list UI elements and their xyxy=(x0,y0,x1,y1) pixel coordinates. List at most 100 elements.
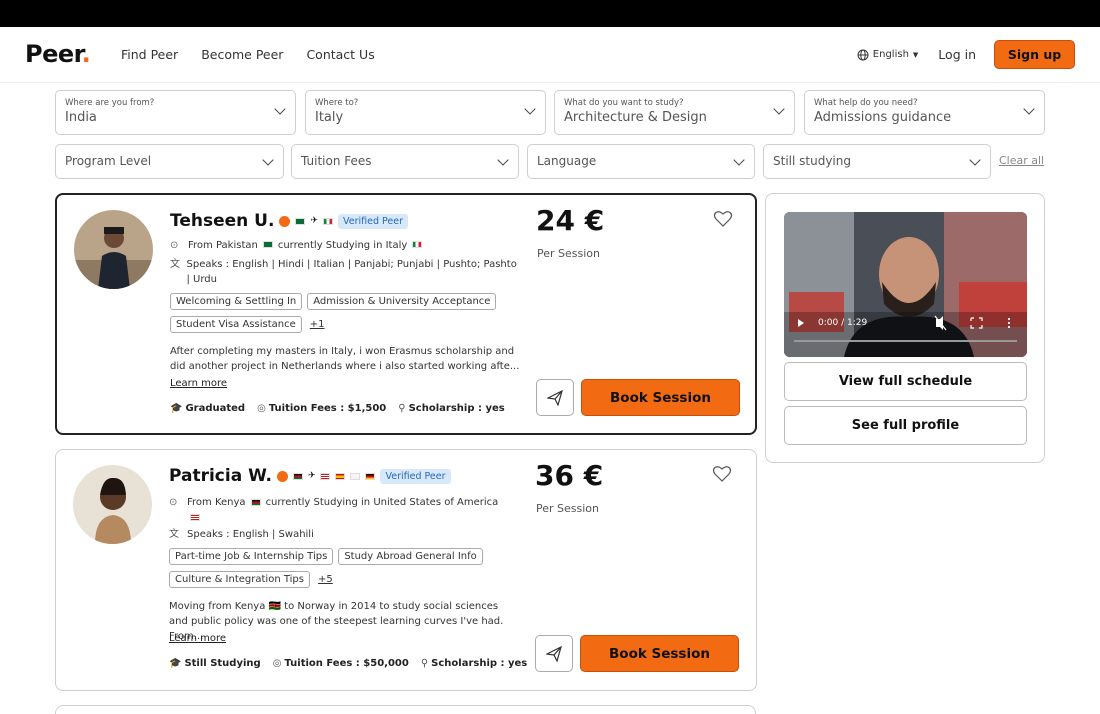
peer-card[interactable]: Patricia W. ✈ Verified Peer ⊙ From Kenya… xyxy=(55,449,757,691)
heart-icon[interactable] xyxy=(713,209,733,229)
peer-name[interactable]: Patricia W. xyxy=(169,466,272,486)
book-session-button[interactable]: Book Session xyxy=(581,379,740,416)
avatar[interactable] xyxy=(73,465,152,544)
session-price: 24 € xyxy=(536,204,605,237)
peer-status: Still Studying xyxy=(184,658,261,669)
graduation-cap-icon: 🎓 xyxy=(169,658,182,669)
chevron-down-icon xyxy=(773,103,785,115)
view-schedule-button[interactable]: View full schedule xyxy=(784,362,1027,401)
peer-from: From Pakistan xyxy=(188,240,258,251)
filter-status-value: Still studying xyxy=(773,154,851,168)
learn-more-link[interactable]: Learn more xyxy=(169,633,226,644)
plane-icon: ✈ xyxy=(307,471,316,481)
logo[interactable]: Peer. xyxy=(25,40,91,68)
tag: Study Abroad General Info xyxy=(338,548,483,565)
filter-help-value: Admissions guidance xyxy=(814,110,952,125)
message-button[interactable] xyxy=(536,379,574,416)
tag: Student Visa Assistance xyxy=(170,316,302,333)
per-session-label: Per Session xyxy=(537,247,600,260)
more-tags-link[interactable]: +1 xyxy=(310,319,325,330)
message-button[interactable] xyxy=(535,635,573,672)
chevron-down-icon xyxy=(524,103,536,115)
filter-tuition-fees[interactable]: Tuition Fees xyxy=(291,144,519,179)
filter-language[interactable]: Language xyxy=(527,144,755,179)
peer-location: ⊙ From Kenya currently Studying in Unite… xyxy=(169,495,519,521)
intro-video-player[interactable]: 0:00 / 1:29 xyxy=(784,212,1027,357)
filter-from[interactable]: Where are you from? India xyxy=(55,90,296,135)
kenya-flag-icon xyxy=(250,499,261,506)
filter-help[interactable]: What help do you need? Admissions guidan… xyxy=(804,90,1045,135)
chevron-down-icon xyxy=(274,103,286,115)
filter-study-label: What do you want to study? xyxy=(564,98,684,108)
book-session-button[interactable]: Book Session xyxy=(580,635,739,672)
filter-study[interactable]: What do you want to study? Architecture … xyxy=(554,90,795,135)
send-icon xyxy=(547,389,563,406)
per-session-label: Per Session xyxy=(536,502,599,515)
tag: Part-time Job & Internship Tips xyxy=(169,548,334,565)
caret-down-icon: ▼ xyxy=(912,50,919,59)
peer-studying: currently Studying in United States of A… xyxy=(265,497,499,508)
language-selector[interactable]: English ▼ xyxy=(857,49,919,61)
pakistan-flag-icon xyxy=(262,241,273,248)
plane-icon: ✈ xyxy=(310,216,318,226)
pakistan-flag-icon xyxy=(295,217,306,225)
coins-icon: ◎ xyxy=(257,403,266,414)
peer-from: From Kenya xyxy=(187,497,246,508)
verified-peer-badge: Verified Peer xyxy=(337,213,408,229)
peer-card[interactable] xyxy=(55,705,756,714)
peer-name[interactable]: Tehseen U. xyxy=(170,211,274,231)
translate-icon: 文 xyxy=(169,529,179,540)
peer-status: Graduated xyxy=(185,403,246,414)
session-price: 36 € xyxy=(535,459,604,492)
chevron-down-icon xyxy=(262,154,274,166)
italy-flag-icon xyxy=(412,241,423,248)
verified-badge-icon xyxy=(279,215,291,227)
video-progress-bar[interactable] xyxy=(794,340,1017,342)
location-pin-icon: ⊙ xyxy=(170,240,179,251)
verified-badge-icon xyxy=(276,470,288,482)
globe-icon xyxy=(857,49,869,60)
login-link[interactable]: Log in xyxy=(938,47,976,62)
filter-status[interactable]: Still studying xyxy=(763,144,991,179)
tag: Admission & University Acceptance xyxy=(307,293,497,310)
usa-flag-icon xyxy=(190,514,200,521)
help-tags: Welcoming & Settling In Admission & Univ… xyxy=(170,293,525,333)
filter-language-value: Language xyxy=(537,154,597,168)
filter-program-level[interactable]: Program Level xyxy=(55,144,284,179)
filter-program-level-value: Program Level xyxy=(65,154,152,168)
nav-find-peer[interactable]: Find Peer xyxy=(121,47,178,62)
site-header: Peer. Find Peer Become Peer Contact Us E… xyxy=(0,27,1100,83)
clear-all-link[interactable]: Clear all xyxy=(999,154,1044,167)
peer-stats: 🎓 Still Studying ◎ Tuition Fees : $50,000 … xyxy=(169,658,527,669)
signup-button[interactable]: Sign up xyxy=(994,40,1075,69)
see-profile-button[interactable]: See full profile xyxy=(784,406,1027,445)
scholarship-icon: ⚲ xyxy=(420,658,429,669)
learn-more-link[interactable]: Learn more xyxy=(170,378,227,389)
filter-help-label: What help do you need? xyxy=(814,98,918,108)
top-black-bar xyxy=(0,0,1100,27)
peer-tuition: Tuition Fees : $50,000 xyxy=(284,658,409,669)
more-tags-link[interactable]: +5 xyxy=(318,574,333,585)
filter-study-value: Architecture & Design xyxy=(564,110,707,125)
tag: Welcoming & Settling In xyxy=(170,293,303,310)
peer-speaks: Speaks : English | Swahili xyxy=(187,529,314,540)
peer-scholarship: Scholarship : yes xyxy=(408,403,505,414)
spain-flag-icon xyxy=(335,472,346,480)
coins-icon: ◎ xyxy=(272,658,282,669)
scholarship-icon: ⚲ xyxy=(398,403,406,414)
chevron-down-icon xyxy=(969,154,981,166)
heart-icon[interactable] xyxy=(712,464,732,484)
avatar[interactable] xyxy=(74,210,153,289)
translate-icon: 文 xyxy=(170,259,180,270)
nav-become-peer[interactable]: Become Peer xyxy=(201,47,283,62)
peer-card[interactable]: Tehseen U. ✈ Verified Peer ⊙ From Pakist… xyxy=(55,193,757,435)
tag: Culture & Integration Tips xyxy=(169,571,310,588)
graduation-cap-icon: 🎓 xyxy=(170,403,183,414)
nav-contact-us[interactable]: Contact Us xyxy=(306,47,374,62)
germany-flag-icon xyxy=(365,472,376,480)
location-pin-icon: ⊙ xyxy=(169,497,178,508)
peer-scholarship: Scholarship : yes xyxy=(431,658,528,669)
chevron-down-icon xyxy=(1023,103,1035,115)
help-tags: Part-time Job & Internship Tips Study Ab… xyxy=(169,548,524,588)
filter-to[interactable]: Where to? Italy xyxy=(305,90,546,135)
